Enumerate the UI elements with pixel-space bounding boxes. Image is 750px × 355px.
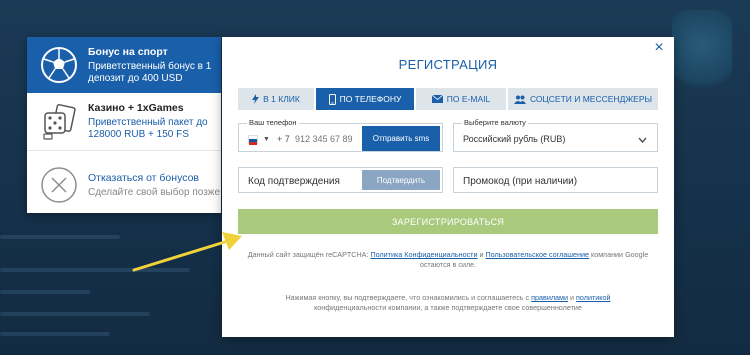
casino-cards-icon — [39, 102, 79, 142]
confirmation-code-field[interactable]: Код подтверждения Подтвердить — [238, 167, 443, 193]
recaptcha-notice: Данный сайт защищён reCAPTCHA: Политика … — [238, 250, 658, 270]
confirmation-code-input[interactable]: Код подтверждения — [248, 176, 340, 187]
currency-label: Выберите валюту — [462, 118, 528, 127]
terms-notice: Нажимая кнопку, вы подтверждаете, что оз… — [252, 293, 644, 313]
people-icon — [513, 95, 526, 104]
tab-label: СОЦСЕТИ И МЕССЕНДЖЕРЫ — [529, 94, 653, 104]
annotation-arrow-icon — [132, 232, 242, 272]
bonus-description: Сделайте свой выбор позже — [88, 186, 221, 198]
rules-link[interactable]: правилами — [531, 293, 568, 302]
phone-country-code: + 7 — [277, 134, 290, 144]
user-agreement-link[interactable]: Пользовательское соглашение — [485, 250, 589, 259]
bonus-description: Приветственный бонус в 1 депозит до 400 … — [88, 60, 212, 84]
terms-prefix: Нажимая кнопку, вы подтверждаете, что оз… — [285, 293, 530, 302]
envelope-icon — [431, 95, 443, 103]
phone-icon — [328, 93, 336, 105]
tab-by-email[interactable]: ПО E-MAIL — [416, 88, 508, 110]
soccer-ball-icon — [39, 45, 79, 85]
bg-text-line — [0, 290, 90, 294]
promo-code-input[interactable]: Промокод (при наличии) — [463, 176, 577, 187]
tab-label: ПО E-MAIL — [446, 94, 491, 104]
decline-x-icon — [39, 165, 79, 205]
chevron-down-icon[interactable]: ▼ — [263, 136, 270, 143]
bg-text-line — [0, 332, 110, 336]
bonus-title: Бонус на спорт — [88, 45, 168, 58]
tab-label: В 1 КЛИК — [263, 94, 300, 104]
phone-field: Ваш телефон ▼ + 7 Отправить sms — [238, 118, 443, 152]
bonus-casino[interactable]: Казино + 1xGames Приветственный пакет до… — [27, 93, 221, 151]
currency-select[interactable]: Выберите валюту Российский рубль (RUB) — [453, 118, 658, 152]
confirm-button[interactable]: Подтвердить — [362, 170, 440, 190]
tab-one-click[interactable]: В 1 КЛИК — [238, 88, 316, 110]
bg-text-line — [0, 235, 120, 239]
terms-and: и — [570, 293, 575, 302]
privacy-policy-link[interactable]: Политика Конфиденциальности — [370, 250, 477, 259]
send-sms-button[interactable]: Отправить sms — [362, 126, 440, 151]
recaptcha-prefix: Данный сайт защищён reCAPTCHA: — [247, 250, 369, 259]
tab-label: ПО ТЕЛЕФОНУ — [339, 94, 402, 104]
privacy-link[interactable]: политикой — [576, 293, 611, 302]
terms-suffix: конфиденциальности компании, а также под… — [314, 303, 582, 312]
currency-value: Российский рубль (RUB) — [463, 134, 566, 144]
bonus-description: Приветственный пакет до 128000 RUB + 150… — [88, 117, 208, 140]
phone-label: Ваш телефон — [247, 118, 299, 127]
recaptcha-and: и — [479, 250, 484, 259]
modal-title: РЕГИСТРАЦИЯ — [398, 57, 498, 72]
bonus-panel: Бонус на спорт Приветственный бонус в 1 … — [27, 37, 221, 213]
bonus-title: Отказаться от бонусов — [88, 171, 199, 184]
russia-flag-icon[interactable] — [248, 135, 258, 145]
bonus-title: Казино + 1xGames — [88, 102, 184, 114]
close-icon[interactable]: × — [652, 40, 666, 56]
register-button[interactable]: ЗАРЕГИСТРИРОВАТЬСЯ — [238, 209, 658, 234]
tab-social[interactable]: СОЦСЕТИ И МЕССЕНДЖЕРЫ — [508, 88, 658, 110]
chevron-down-icon — [638, 132, 647, 150]
bg-text-line — [0, 312, 150, 316]
bg-player-image — [672, 10, 732, 100]
registration-tabs: В 1 КЛИК ПО ТЕЛЕФОНУ ПО E-MAIL СОЦСЕТИ И… — [238, 88, 658, 110]
bonus-sport[interactable]: Бонус на спорт Приветственный бонус в 1 … — [27, 37, 221, 93]
bonus-decline[interactable]: Отказаться от бонусов Сделайте свой выбо… — [27, 157, 221, 213]
tab-by-phone[interactable]: ПО ТЕЛЕФОНУ — [316, 88, 416, 110]
registration-modal: × РЕГИСТРАЦИЯ В 1 КЛИК ПО ТЕЛЕФОНУ ПО E-… — [222, 37, 674, 337]
promo-code-field[interactable]: Промокод (при наличии) — [453, 167, 658, 193]
lightning-icon — [252, 94, 260, 104]
